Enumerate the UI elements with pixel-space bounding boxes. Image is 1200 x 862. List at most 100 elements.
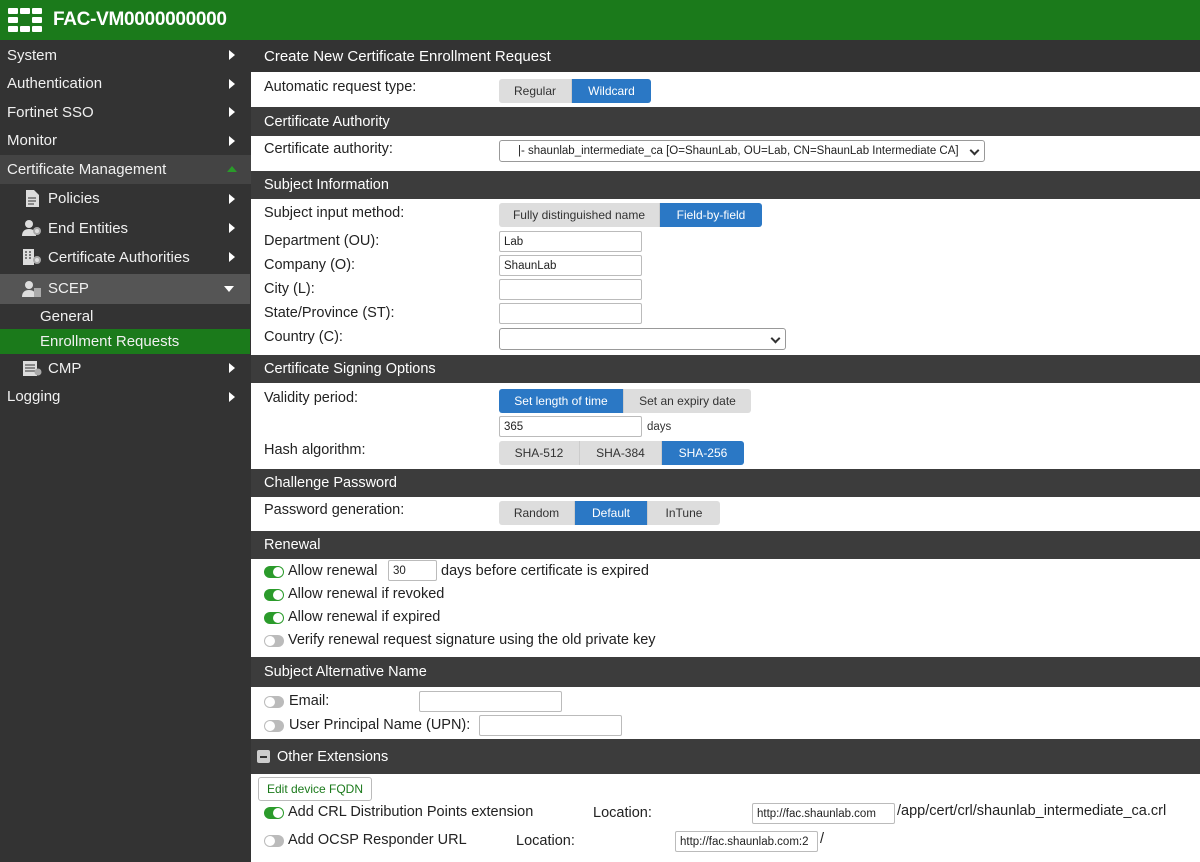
set-length-option[interactable]: Set length of time [499, 389, 624, 413]
c-label: Country (C): [264, 329, 343, 345]
section-renewal: Renewal [251, 531, 1200, 559]
field-by-field-option[interactable]: Field-by-field [660, 203, 762, 227]
subject-rows: Subject input method: Fully distinguishe… [251, 199, 1200, 355]
renewal-expired-label: Allow renewal if expired [288, 609, 441, 625]
email-toggle[interactable] [264, 696, 284, 708]
list-icon [22, 358, 42, 378]
ocsp-location-input[interactable]: http://fac.shaunlab.com:2 [675, 831, 818, 852]
app-title: FAC-VM0000000000 [53, 9, 227, 30]
renewal-revoked-toggle[interactable] [264, 589, 284, 601]
regular-option[interactable]: Regular [499, 79, 572, 103]
email-label: Email: [289, 693, 330, 709]
request-type-toggle: Regular Wildcard [499, 79, 651, 103]
sidebar-item-label: Enrollment Requests [40, 332, 180, 350]
top-bar: FAC-VM0000000000 [0, 0, 1200, 40]
request-type-label: Automatic request type: [264, 79, 417, 95]
fully-dn-option[interactable]: Fully distinguished name [499, 203, 660, 227]
sidebar-item-end-entities[interactable]: End Entities [0, 214, 251, 243]
sidebar-item-label: Authentication [7, 75, 103, 93]
sidebar-item-label: Certificate Management [7, 160, 167, 178]
sidebar-item-label: Fortinet SSO [7, 103, 94, 121]
sidebar-item-general[interactable]: General [0, 304, 251, 329]
l-input[interactable] [499, 279, 642, 300]
sidebar-item-system[interactable]: System [0, 41, 251, 70]
sidebar-item-label: Certificate Authorities [48, 248, 190, 266]
chevron-right-icon [229, 363, 235, 373]
renewal-days-suffix: days before certificate is expired [441, 563, 649, 579]
sidebar-item-label: SCEP [48, 280, 89, 297]
main-content: Create New Certificate Enrollment Reques… [251, 40, 1200, 862]
password-generation-toggle: Random Default InTune [499, 501, 720, 525]
sidebar-item-enrollment-requests[interactable]: Enrollment Requests [0, 328, 250, 354]
sidebar: System Authentication Fortinet SSO Monit… [0, 40, 251, 862]
sidebar-item-label: General [40, 307, 94, 325]
san-rows: Email: User Principal Name (UPN): [251, 687, 1200, 739]
sidebar-item-certificate-management[interactable]: Certificate Management [0, 155, 251, 184]
other-extension-rows: Edit device FQDN Add CRL Distribution Po… [251, 774, 1200, 858]
email-input[interactable] [419, 691, 562, 712]
section-subject-alternative-name: Subject Alternative Name [251, 657, 1200, 687]
sidebar-item-certificate-authorities[interactable]: Certificate Authorities [0, 243, 251, 272]
allow-renewal-label: Allow renewal [288, 563, 378, 579]
sidebar-item-label: Logging [7, 388, 61, 406]
renewal-days-input[interactable]: 30 [388, 560, 437, 581]
section-subject-information: Subject Information [251, 171, 1200, 199]
section-other-extensions-label: Other Extensions [277, 748, 389, 765]
ou-input[interactable]: Lab [499, 231, 642, 252]
ca-select-value: |- shaunlab_intermediate_ca [O=ShaunLab,… [518, 145, 959, 157]
collapse-icon[interactable] [257, 750, 270, 763]
o-input[interactable]: ShaunLab [499, 255, 642, 276]
section-certificate-authority: Certificate Authority [251, 107, 1200, 136]
chevron-right-icon [229, 135, 235, 146]
c-select[interactable] [499, 328, 786, 350]
sidebar-item-monitor[interactable]: Monitor [0, 127, 251, 156]
crl-location-input[interactable]: http://fac.shaunlab.com [752, 803, 895, 824]
page-title: Create New Certificate Enrollment Reques… [251, 40, 1200, 72]
renewal-expired-toggle[interactable] [264, 612, 284, 624]
sha384-option[interactable]: SHA-384 [580, 441, 662, 465]
sidebar-item-authentication[interactable]: Authentication [0, 70, 251, 99]
ca-label: Certificate authority: [264, 141, 393, 157]
days-input[interactable]: 365 [499, 416, 642, 437]
user-certificate-icon [22, 218, 42, 238]
chevron-down-icon [770, 333, 781, 344]
crl-toggle[interactable] [264, 807, 284, 819]
st-input[interactable] [499, 303, 642, 324]
wildcard-option[interactable]: Wildcard [572, 79, 651, 103]
signing-rows: Validity period: Set length of time Set … [251, 383, 1200, 469]
set-expiry-option[interactable]: Set an expiry date [624, 389, 751, 413]
ca-row: Certificate authority: |- shaunlab_inter… [251, 136, 1200, 171]
sidebar-item-policies[interactable]: Policies [0, 184, 251, 214]
sidebar-item-label: End Entities [48, 219, 129, 237]
sidebar-item-cmp[interactable]: CMP [0, 354, 251, 383]
ocsp-location-label: Location: [516, 833, 575, 849]
edit-device-fqdn-button[interactable]: Edit device FQDN [258, 777, 372, 801]
upn-toggle[interactable] [264, 720, 284, 732]
chevron-up-icon [227, 166, 237, 173]
verify-signature-label: Verify renewal request signature using t… [288, 632, 656, 648]
validity-label: Validity period: [264, 390, 359, 406]
sha512-option[interactable]: SHA-512 [499, 441, 580, 465]
scep-icon [22, 279, 42, 299]
chevron-right-icon [229, 107, 235, 118]
default-option[interactable]: Default [575, 501, 648, 525]
intune-option[interactable]: InTune [648, 501, 720, 525]
section-challenge-password: Challenge Password [251, 469, 1200, 497]
subject-method-label: Subject input method: [264, 205, 405, 221]
ocsp-location-suffix: / [820, 831, 825, 847]
sha256-option[interactable]: SHA-256 [662, 441, 744, 465]
ocsp-toggle[interactable] [264, 835, 284, 847]
st-label: State/Province (ST): [264, 305, 395, 321]
ca-select[interactable]: |- shaunlab_intermediate_ca [O=ShaunLab,… [499, 140, 985, 162]
validity-toggle: Set length of time Set an expiry date [499, 389, 751, 413]
hash-toggle: SHA-512 SHA-384 SHA-256 [499, 441, 744, 465]
verify-signature-toggle[interactable] [264, 635, 284, 647]
upn-input[interactable] [479, 715, 622, 736]
crl-location-label: Location: [593, 805, 652, 821]
sidebar-item-fortinet-sso[interactable]: Fortinet SSO [0, 98, 251, 127]
sidebar-item-logging[interactable]: Logging [0, 383, 251, 412]
sidebar-item-label: Policies [48, 190, 100, 207]
allow-renewal-toggle[interactable] [264, 566, 284, 578]
sidebar-item-scep[interactable]: SCEP [0, 273, 250, 304]
random-option[interactable]: Random [499, 501, 575, 525]
